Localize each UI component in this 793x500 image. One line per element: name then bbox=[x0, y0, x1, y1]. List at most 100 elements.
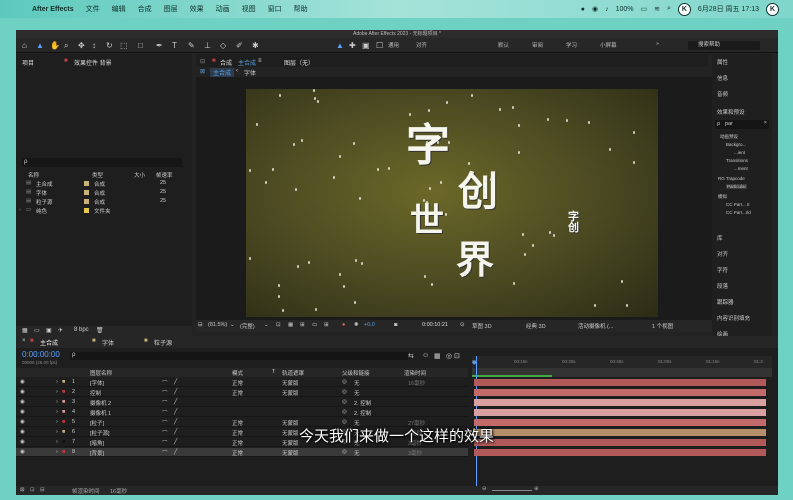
battery-icon[interactable]: ▭ bbox=[640, 5, 647, 13]
crosshair-icon[interactable]: ✚ bbox=[349, 40, 356, 51]
eye-icon[interactable]: ◉ bbox=[20, 379, 25, 385]
music-icon[interactable]: ♪ bbox=[605, 6, 609, 13]
comp-tab[interactable]: 合成 bbox=[220, 58, 232, 67]
new-folder-icon[interactable]: ▭ bbox=[34, 327, 40, 334]
brush-tool-icon[interactable]: ✎ bbox=[188, 40, 195, 51]
effects-search-input[interactable]: ρ par × bbox=[715, 120, 769, 129]
view-3d-select[interactable]: 经典 3D bbox=[526, 322, 546, 330]
workspace-more-icon[interactable]: » bbox=[656, 41, 659, 47]
layer-mode[interactable]: 正常 bbox=[232, 379, 243, 387]
resolution-select[interactable]: (完整) bbox=[240, 322, 255, 330]
record-icon[interactable]: ● bbox=[581, 6, 585, 13]
timeline-tab-particle[interactable]: 粒子源 bbox=[154, 338, 172, 347]
shy-switch-icon[interactable]: ⌒ bbox=[162, 449, 168, 457]
effects-presets-tab[interactable]: 效果和预设 bbox=[717, 108, 745, 116]
layer-duration-bar[interactable] bbox=[474, 449, 766, 456]
shy-switch-icon[interactable]: ⌒ bbox=[162, 379, 168, 387]
timeline-timecode[interactable]: 0:00:00:00 bbox=[22, 350, 60, 359]
layer-name[interactable]: [字体] bbox=[90, 379, 104, 387]
menu-layer[interactable]: 图层 bbox=[164, 4, 178, 14]
workspace-review[interactable]: 审阅 bbox=[532, 41, 543, 49]
lock-icon[interactable]: ⊠ bbox=[200, 68, 205, 75]
shy-switch-icon[interactable]: ⌒ bbox=[162, 389, 168, 397]
timeline-tab-font[interactable]: 字体 bbox=[102, 338, 114, 347]
delete-icon[interactable]: 🗑 bbox=[96, 327, 104, 334]
eye-icon[interactable]: ◉ bbox=[20, 409, 25, 415]
project-item[interactable]: ▤ 粒子源 合成 25 bbox=[16, 198, 192, 207]
project-item[interactable]: ▤ 字体 合成 25 bbox=[16, 189, 192, 198]
zoom-in-icon[interactable]: ⊕ bbox=[534, 486, 539, 492]
align-toggle[interactable]: 对齐 bbox=[416, 41, 427, 49]
quality-switch-icon[interactable]: ╱ bbox=[174, 449, 177, 455]
shy-switch-icon[interactable]: ⌒ bbox=[162, 399, 168, 407]
hand-tool-icon[interactable]: ✋ bbox=[50, 40, 60, 51]
orbit-tool-icon[interactable]: ✥ bbox=[78, 40, 85, 51]
tree-item-selected[interactable]: Particular bbox=[726, 184, 748, 189]
transparency-grid-icon[interactable]: ▦ bbox=[288, 322, 293, 328]
help-search-field[interactable]: 搜索帮助 bbox=[688, 41, 760, 50]
tree-item[interactable]: ...ment bbox=[734, 166, 748, 171]
select-icon[interactable]: ▲ bbox=[336, 40, 344, 51]
move-tool-icon[interactable]: ↕ bbox=[92, 40, 96, 51]
search-icon[interactable]: ⌕ bbox=[667, 5, 671, 13]
expand-icon[interactable]: › bbox=[56, 449, 58, 455]
tree-item[interactable]: Transitions bbox=[726, 158, 748, 163]
mask-icon[interactable]: ⊞ bbox=[300, 322, 305, 328]
zoom-out-icon[interactable]: ⊖ bbox=[482, 486, 487, 492]
expand-icon[interactable]: › bbox=[56, 409, 58, 415]
wechat-icon[interactable]: ◉ bbox=[592, 5, 598, 13]
pan-behind-tool-icon[interactable]: ⬚ bbox=[120, 40, 128, 51]
pick-whip-icon[interactable]: ◎ bbox=[342, 409, 347, 415]
menu-file[interactable]: 文件 bbox=[86, 4, 100, 14]
clear-icon[interactable]: × bbox=[764, 120, 767, 126]
pen-tool-icon[interactable]: ✒ bbox=[156, 40, 163, 51]
type-tool-icon[interactable]: T bbox=[172, 40, 177, 51]
tree-item[interactable]: Backgro... bbox=[726, 142, 746, 147]
timeline-tab-main[interactable]: 主合成 bbox=[40, 338, 58, 347]
project-search-input[interactable]: ρ bbox=[22, 158, 182, 167]
layer-name[interactable]: 摄像机 1 bbox=[90, 409, 111, 417]
layer-duration-bar[interactable] bbox=[474, 399, 766, 406]
eye-icon[interactable]: ◉ bbox=[20, 449, 25, 455]
menu-effect[interactable]: 效果 bbox=[190, 4, 204, 14]
track-matte[interactable]: 无蒙版 bbox=[282, 389, 299, 397]
layer-name[interactable]: 摄像机 2 bbox=[90, 399, 111, 407]
footage-tab[interactable]: 图层（无） bbox=[284, 58, 314, 67]
workspace-small[interactable]: 小屏幕 bbox=[600, 41, 617, 49]
project-item[interactable]: ▤ 主合成 合成 25 bbox=[16, 180, 192, 189]
layer-parent[interactable]: 2. 控制 bbox=[354, 409, 371, 417]
toggle-render-icon[interactable]: ⊟ bbox=[40, 487, 45, 493]
region-icon[interactable]: ⊡ bbox=[276, 322, 281, 328]
library-tab[interactable]: 库 bbox=[717, 234, 723, 242]
quality-switch-icon[interactable]: ╱ bbox=[174, 389, 177, 395]
quality-switch-icon[interactable]: ╱ bbox=[174, 399, 177, 405]
track-matte[interactable]: 无蒙版 bbox=[282, 449, 299, 457]
paragraph-tab[interactable]: 段落 bbox=[717, 282, 728, 290]
layer-mode[interactable]: 正常 bbox=[232, 389, 243, 397]
bpc-label[interactable]: 8 bpc bbox=[74, 327, 89, 333]
eye-icon[interactable]: ◉ bbox=[20, 399, 25, 405]
layer-row[interactable]: ◉ › ■ 1 [字体] ⌒ ╱ 正常 无蒙版 ◎ 无 16毫秒 bbox=[16, 378, 468, 387]
zoom-tool-icon[interactable]: ⌕ bbox=[64, 40, 68, 51]
quality-switch-icon[interactable]: ╱ bbox=[174, 379, 177, 385]
composition-canvas[interactable]: 字 创 世 界 字创 bbox=[246, 89, 658, 317]
layer-search-input[interactable]: ρ bbox=[70, 352, 408, 360]
roto-tool-icon[interactable]: ✐ bbox=[236, 40, 243, 51]
tree-item[interactable]: ...ient bbox=[734, 150, 745, 155]
track-matte[interactable]: 无蒙版 bbox=[282, 379, 299, 387]
layer-parent[interactable]: 无 bbox=[354, 449, 360, 457]
selection-tool-icon[interactable]: ▲ bbox=[36, 40, 44, 51]
content-fill-tab[interactable]: 内容识别填充 bbox=[717, 314, 750, 322]
comp-tab-name[interactable]: 主合成 bbox=[238, 58, 256, 67]
time-ruler[interactable]: ◆ 0s 00:15s 00:30s 00:45s 01:00s 01:15s … bbox=[472, 356, 772, 368]
project-item[interactable]: › ▭ 纯色 文件夹 bbox=[16, 207, 192, 216]
properties-tab[interactable]: 属性 bbox=[717, 58, 728, 66]
tree-item[interactable]: RG Trapcode bbox=[718, 176, 745, 181]
wifi-icon[interactable]: ≋ bbox=[654, 5, 660, 13]
graph-editor-icon[interactable]: ⊡ bbox=[454, 352, 460, 360]
layer-parent[interactable]: 2. 控制 bbox=[354, 399, 371, 407]
tree-item[interactable]: CC Part...rld bbox=[726, 210, 751, 215]
align-tab[interactable]: 对齐 bbox=[717, 250, 728, 258]
audio-tab[interactable]: 音频 bbox=[717, 90, 728, 98]
pick-whip-icon[interactable]: ◎ bbox=[342, 449, 347, 455]
